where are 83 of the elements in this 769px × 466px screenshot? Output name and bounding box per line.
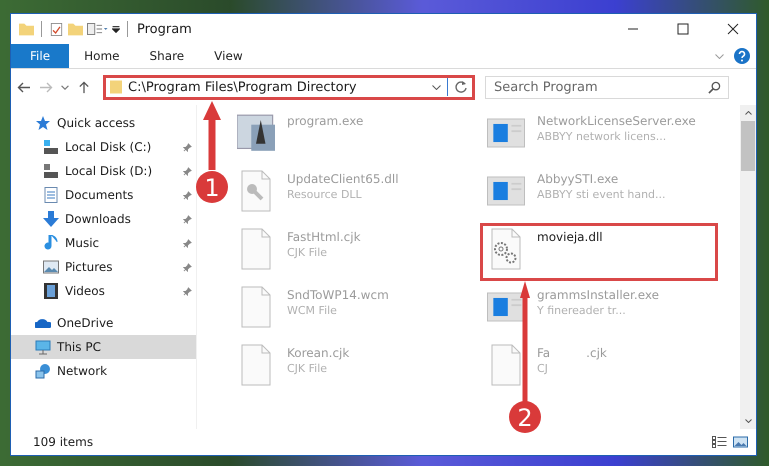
scroll-up-icon[interactable] [744, 111, 752, 115]
computer-icon [35, 339, 51, 355]
scroll-down-icon[interactable] [744, 419, 752, 423]
star-icon [35, 115, 51, 131]
window-title: Program [137, 22, 192, 36]
view-options-icon[interactable] [87, 23, 108, 35]
pin-icon[interactable] [183, 214, 192, 224]
ribbon-tab[interactable]: Share [134, 44, 200, 68]
recent-locations-icon[interactable] [61, 84, 69, 90]
sidebar-item[interactable]: Local Disk (D:) [11, 159, 196, 183]
picture-icon [43, 259, 59, 275]
step-circle [196, 171, 228, 203]
pin-icon[interactable] [183, 286, 192, 296]
step-circle [509, 401, 541, 433]
file-name: UpdateClient65.dll [287, 172, 399, 186]
sidebar-item[interactable]: Videos [11, 279, 196, 303]
sidebar-item[interactable]: Network [11, 359, 196, 383]
sidebar-item[interactable]: Quick access [11, 111, 196, 135]
file-type: Resource DLL [287, 188, 363, 201]
file-name: program.exe [287, 114, 364, 128]
file-name: Fa [537, 346, 550, 360]
up-icon[interactable] [77, 80, 91, 94]
file-name: movieja.dll [537, 230, 603, 244]
properties-icon[interactable] [49, 22, 64, 36]
ribbon-tab[interactable]: File [11, 44, 70, 68]
drive-icon [43, 139, 59, 155]
step-number: 1 [204, 174, 220, 202]
file-type: CJ [537, 362, 549, 375]
sidebar-item[interactable]: This PC [11, 335, 196, 359]
music-note-icon [43, 235, 59, 251]
refresh-icon[interactable] [454, 80, 468, 94]
details-view-icon[interactable] [712, 436, 727, 448]
document-icon [43, 187, 59, 203]
folder-path: C:\Program Files\Program Directory [128, 80, 358, 94]
file-name: NetworkLicenseServer.exe [537, 114, 696, 128]
step-number: 2 [517, 404, 533, 432]
sidebar-item[interactable]: Documents [11, 183, 196, 207]
expand-ribbon-icon[interactable] [715, 54, 724, 58]
file-name: grammsInstaller.exe [537, 288, 659, 302]
item-count: 109 items [33, 435, 94, 449]
pin-icon[interactable] [183, 166, 192, 176]
file-name: FastHtml.cjk [287, 230, 361, 244]
ribbon-tab[interactable]: View [199, 44, 258, 68]
program-icon [237, 112, 275, 154]
download-icon [43, 211, 59, 227]
file-type: ABBYY network licens... [537, 130, 668, 143]
file-item[interactable]: movieja.dll [480, 223, 718, 281]
large-icons-view-icon[interactable] [733, 436, 748, 448]
file-type: CJK File [287, 362, 328, 375]
folder-icon [110, 80, 122, 94]
pin-icon[interactable] [183, 142, 192, 152]
file-name: .cjk [586, 346, 607, 360]
film-icon [43, 283, 59, 299]
customize-icon[interactable] [112, 26, 120, 32]
ribbon-tab[interactable]: Home [69, 44, 135, 68]
sidebar-item[interactable]: Pictures [11, 255, 196, 279]
sidebar-item[interactable]: Music [11, 231, 196, 255]
back-icon[interactable] [17, 80, 31, 94]
scrollbar-thumb[interactable] [741, 121, 755, 171]
file-type: CJK File [287, 246, 328, 259]
file-name: Korean.cjk [287, 346, 350, 360]
sidebar-item[interactable]: Downloads [11, 207, 196, 231]
sidebar-item[interactable]: OneDrive [11, 311, 196, 335]
help-icon[interactable] [734, 48, 750, 64]
drive-icon [43, 163, 59, 179]
search-field[interactable]: Search Program [485, 76, 729, 98]
file-type: Y finereader tr... [537, 304, 627, 317]
scrollbar[interactable] [740, 105, 756, 429]
file-name: SndToWP14.wcm [287, 288, 389, 302]
maximize-icon [677, 23, 689, 35]
address-bar[interactable]: C:\Program Files\Program Directory [103, 74, 475, 100]
pin-icon[interactable] [183, 262, 192, 272]
file-type: ABBYY sti event hand... [537, 188, 666, 201]
file-name: AbbyySTI.exe [537, 172, 618, 186]
search-icon [708, 80, 721, 94]
network-icon [35, 363, 51, 379]
pin-icon[interactable] [183, 190, 192, 200]
pointer-arrow [203, 101, 221, 170]
close-icon [727, 23, 739, 35]
dropdown-icon[interactable] [432, 84, 441, 90]
file-type: WCM File [287, 304, 338, 317]
sidebar-item[interactable]: Local Disk (C:) [11, 135, 196, 159]
pin-icon[interactable] [183, 238, 192, 248]
